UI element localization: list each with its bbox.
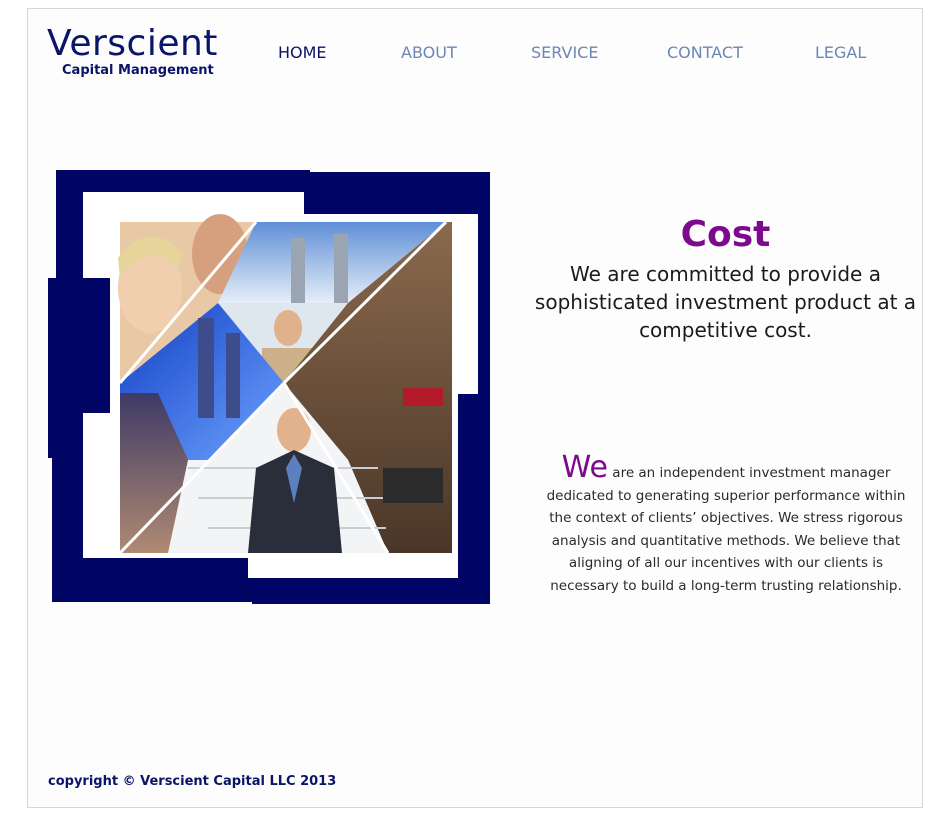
about-paragraph: We are an independent investment manager…	[534, 453, 918, 598]
nav-item-legal[interactable]: LEGAL	[815, 43, 866, 62]
brand-tagline: Capital Management	[62, 63, 214, 78]
about-text: are an independent investment manager de…	[546, 465, 906, 594]
page-container: Verscient Capital Management HOME ABOUT …	[27, 8, 923, 808]
collage-graphic	[48, 170, 490, 604]
nav-item-home[interactable]: HOME	[278, 43, 327, 62]
nav-item-service[interactable]: SERVICE	[531, 43, 598, 62]
cost-section: Cost We are committed to provide a sophi…	[518, 213, 933, 344]
about-lead-word: We	[561, 450, 608, 485]
hero-collage-image	[48, 168, 490, 604]
footer-copyright: copyright © Verscient Capital LLC 2013	[48, 774, 337, 789]
cost-heading: Cost	[680, 214, 771, 255]
main-nav: HOME ABOUT SERVICE CONTACT LEGAL	[28, 43, 924, 65]
nav-item-contact[interactable]: CONTACT	[667, 43, 743, 62]
cost-description: We are committed to provide a sophistica…	[534, 262, 917, 342]
nav-item-about[interactable]: ABOUT	[401, 43, 457, 62]
